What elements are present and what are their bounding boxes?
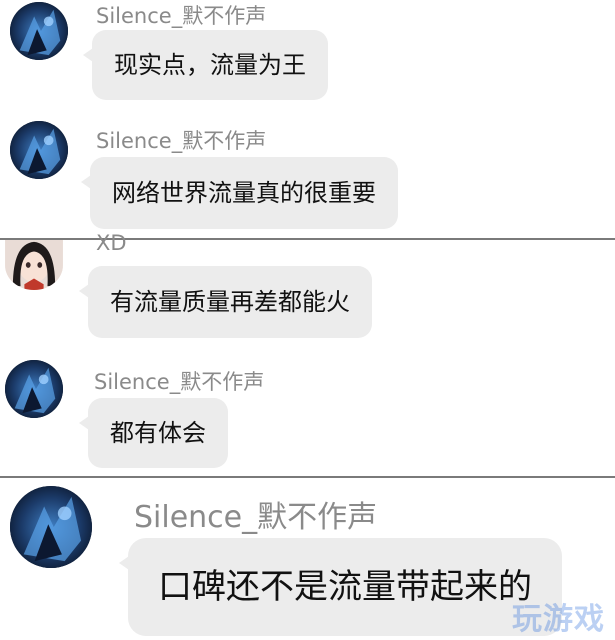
sender-name: Silence_默不作声 [134, 500, 378, 535]
chat-message: Silence_默不作声 现实点，流量为王 [0, 0, 615, 110]
anime-girl-avatar-icon [5, 240, 63, 290]
avatar[interactable] [10, 2, 68, 60]
avatar[interactable] [5, 240, 63, 290]
message-bubble[interactable]: 有流量质量再差都能火 [79, 266, 372, 338]
sender-name: Silence_默不作声 [96, 4, 267, 28]
anime-blue-avatar-icon [10, 121, 68, 179]
anime-blue-avatar-icon [10, 2, 68, 60]
sender-name: Silence_默不作声 [96, 129, 267, 153]
sender-name: Silence_默不作声 [94, 370, 265, 394]
anime-blue-avatar-icon [5, 360, 63, 418]
chat-message: XD 有流量质量再差都能火 [0, 231, 615, 355]
chat-message: Silence_默不作声 都有体会 [0, 358, 615, 473]
avatar[interactable] [5, 360, 63, 418]
sender-name: XD [96, 231, 127, 255]
message-bubble[interactable]: 都有体会 [79, 398, 228, 468]
anime-blue-avatar-icon [10, 486, 92, 568]
avatar[interactable] [10, 121, 68, 179]
message-bubble[interactable]: 网络世界流量真的很重要 [81, 157, 398, 229]
chat-message: Silence_默不作声 网络世界流量真的很重要 [0, 115, 615, 235]
message-bubble[interactable]: 口碑还不是流量带起来的 [119, 538, 562, 636]
message-bubble[interactable]: 现实点，流量为王 [83, 30, 328, 100]
avatar[interactable] [10, 486, 92, 568]
watermark: 玩游戏 [512, 602, 605, 637]
